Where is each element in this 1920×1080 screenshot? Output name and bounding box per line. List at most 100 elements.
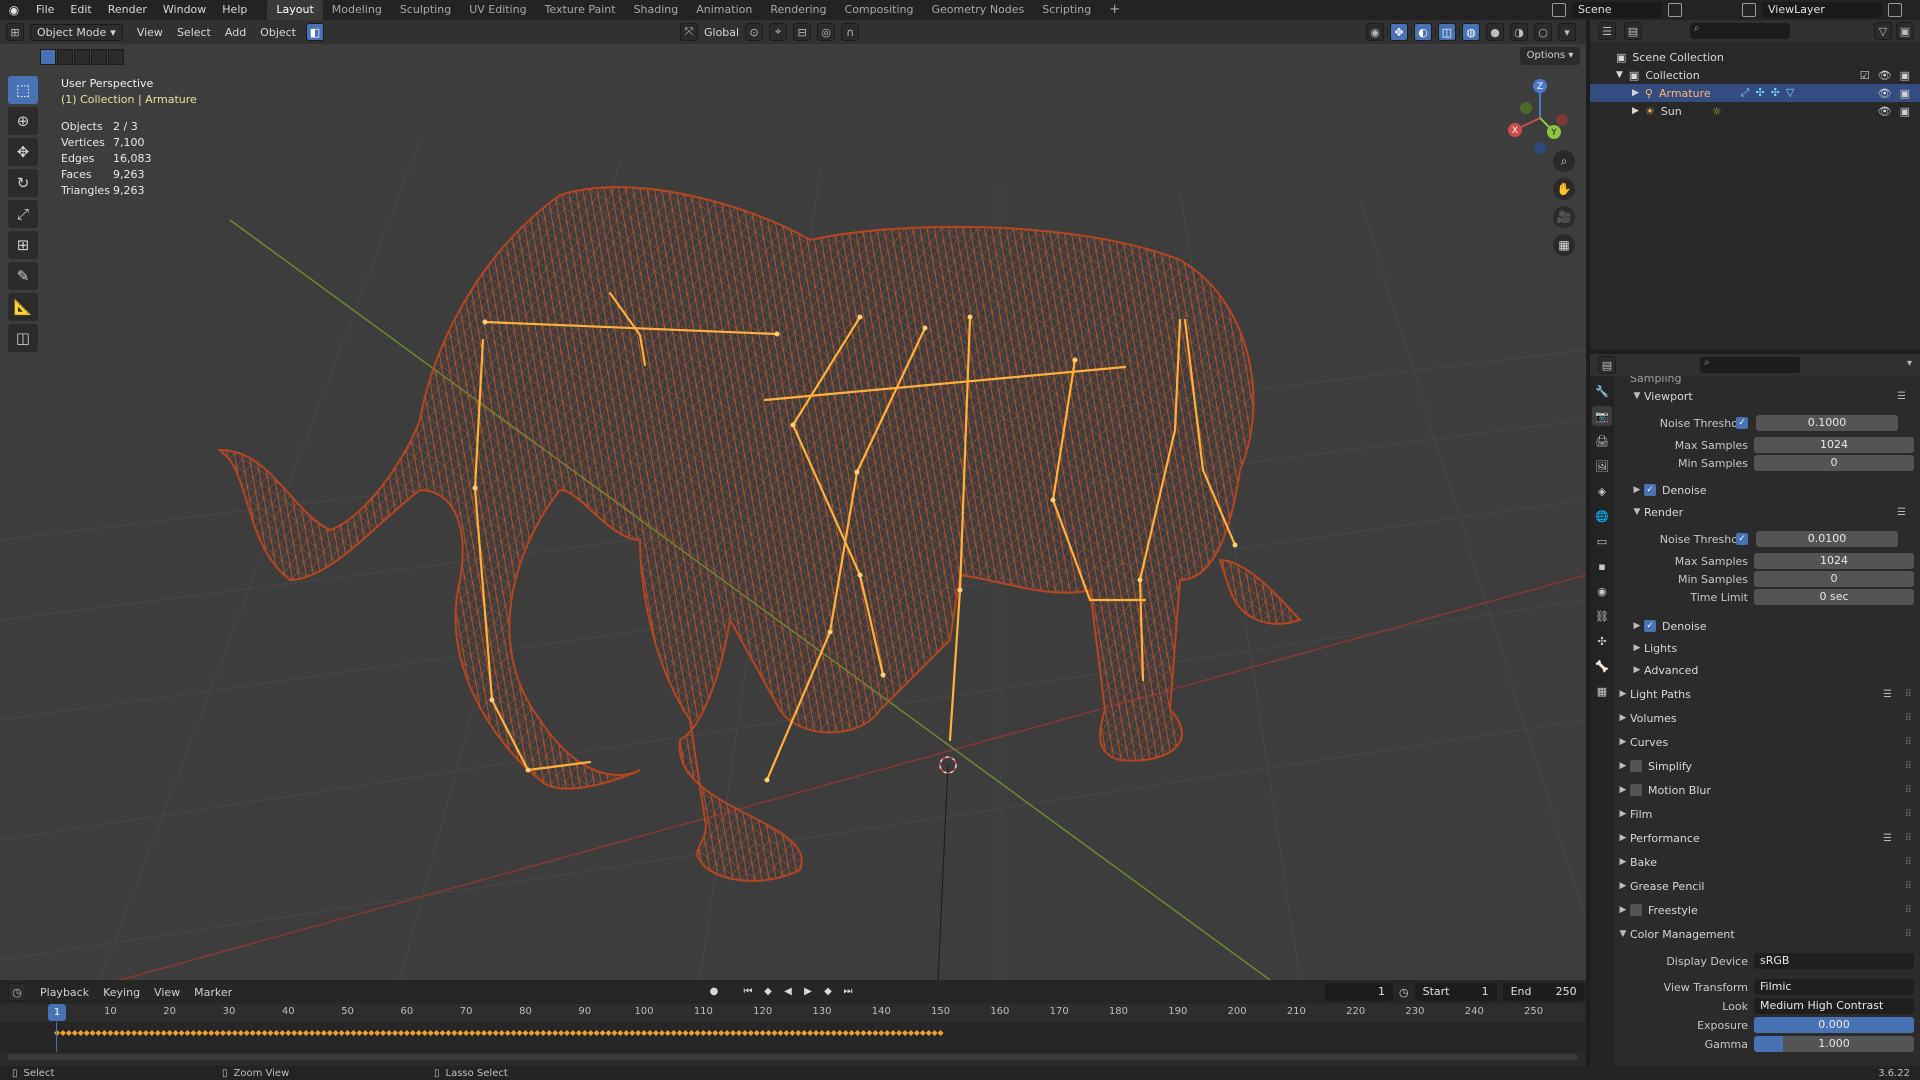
- select-subtract-icon[interactable]: [74, 49, 90, 65]
- tool-tab-icon[interactable]: 🔧: [1592, 381, 1612, 401]
- end-frame-field[interactable]: End 250: [1502, 983, 1585, 1001]
- tab-sculpting[interactable]: Sculpting: [391, 0, 460, 20]
- viewport-menu-view[interactable]: View: [137, 26, 163, 39]
- view-layer-tab-icon[interactable]: 🖼: [1592, 456, 1612, 476]
- motion-blur-checkbox[interactable]: [1630, 784, 1642, 796]
- section-color-management[interactable]: ▼ Color Management ⠿: [1616, 924, 1916, 944]
- tab-uv-editing[interactable]: UV Editing: [460, 0, 535, 20]
- drag-handle-icon[interactable]: ⠿: [1905, 857, 1912, 868]
- overlays-toggle-icon[interactable]: ◐: [1414, 23, 1432, 41]
- camera-icon[interactable]: ▣: [1900, 69, 1910, 82]
- expand-arrow-icon[interactable]: ▶: [1632, 106, 1639, 116]
- outliner[interactable]: ☰ ▤ ⌕ ▽ ▣ ▣ Scene Collection ▼ ▣ Collect…: [1590, 20, 1920, 350]
- properties-options-icon[interactable]: ▾: [1907, 358, 1912, 369]
- gamma-slider[interactable]: 1.000: [1754, 1036, 1914, 1052]
- tab-rendering[interactable]: Rendering: [761, 0, 835, 20]
- rendered-shading-icon[interactable]: ○: [1534, 23, 1552, 41]
- tab-layout[interactable]: Layout: [267, 0, 323, 20]
- render-tab-icon[interactable]: 📷: [1592, 406, 1612, 426]
- noise-threshold-field[interactable]: 0.0100: [1756, 531, 1898, 547]
- drag-handle-icon[interactable]: ⠿: [1905, 905, 1912, 916]
- zoom-icon[interactable]: ⌕: [1553, 150, 1575, 172]
- world-tab-icon[interactable]: 🌐: [1592, 506, 1612, 526]
- selectability-icon[interactable]: ◉: [1366, 23, 1384, 41]
- texture-tab-icon[interactable]: ▦: [1592, 681, 1612, 701]
- select-intersect-icon[interactable]: [108, 49, 124, 65]
- drag-handle-icon[interactable]: ⠿: [1905, 737, 1912, 748]
- tab-shading[interactable]: Shading: [625, 0, 688, 20]
- presets-icon[interactable]: ☰: [1897, 391, 1906, 402]
- frame-ruler[interactable]: 10 20 30 40 50 60 70 80 90 100 110 120 130 140 150 160 1…: [0, 1004, 1586, 1022]
- scene-name-field[interactable]: Scene: [1572, 2, 1662, 18]
- min-samples-field[interactable]: 0: [1754, 455, 1914, 471]
- min-samples-field[interactable]: 0: [1754, 571, 1914, 587]
- keyframe-track[interactable]: [0, 1022, 1586, 1052]
- view-layer-name-field[interactable]: ViewLayer: [1762, 2, 1882, 18]
- outliner-row-scene-collection[interactable]: ▣ Scene Collection: [1590, 48, 1920, 66]
- expand-arrow-icon[interactable]: ▶: [1632, 88, 1639, 98]
- solid-shading-icon[interactable]: ●: [1486, 23, 1504, 41]
- exposure-slider[interactable]: 0.000: [1754, 1017, 1914, 1033]
- tab-scripting[interactable]: Scripting: [1033, 0, 1100, 20]
- drag-handle-icon[interactable]: ⠿: [1905, 785, 1912, 796]
- prev-key-icon[interactable]: ◆: [760, 983, 776, 999]
- wireframe-shading-icon[interactable]: ◍: [1462, 23, 1480, 41]
- cursor-tool-icon[interactable]: ⊕: [8, 107, 38, 135]
- select-invert-icon[interactable]: [91, 49, 107, 65]
- measure-tool-icon[interactable]: 📐: [8, 293, 38, 321]
- transform-tool-icon[interactable]: ⊞: [8, 231, 38, 259]
- data-tab-icon[interactable]: ✣: [1592, 631, 1612, 651]
- bone-tab-icon[interactable]: 🦴: [1592, 656, 1612, 676]
- shading-options-icon[interactable]: ▾: [1558, 23, 1576, 41]
- filter-icon[interactable]: ▽: [1874, 22, 1892, 40]
- section-simplify[interactable]: ▶ Simplify ⠿: [1616, 756, 1916, 776]
- drag-handle-icon[interactable]: ⠿: [1905, 929, 1912, 940]
- timeline-editor-type-icon[interactable]: ◷: [8, 983, 26, 1001]
- select-new-icon[interactable]: [40, 49, 56, 65]
- clock-icon[interactable]: ◷: [1399, 986, 1409, 999]
- camera-view-icon[interactable]: 🎥: [1553, 206, 1575, 228]
- new-scene-icon[interactable]: [1668, 3, 1682, 17]
- current-frame-field[interactable]: 1: [1325, 983, 1393, 1001]
- section-freestyle[interactable]: ▶ Freestyle ⠿: [1616, 900, 1916, 920]
- annotate-tool-icon[interactable]: ✎: [8, 262, 38, 290]
- section-bake[interactable]: ▶ Bake ⠿: [1616, 852, 1916, 872]
- checkbox-icon[interactable]: ☑: [1860, 69, 1870, 82]
- new-collection-icon[interactable]: ▣: [1896, 22, 1914, 40]
- tab-geometry-nodes[interactable]: Geometry Nodes: [922, 0, 1033, 20]
- section-advanced[interactable]: ▶ Advanced: [1630, 660, 1920, 680]
- navigation-gizmo[interactable]: Z X Y: [1500, 76, 1580, 156]
- viewport-menu-select[interactable]: Select: [177, 26, 211, 39]
- physics-tab-icon[interactable]: ◉: [1592, 581, 1612, 601]
- current-frame-indicator[interactable]: 1: [48, 1004, 66, 1021]
- viewport-menu-object[interactable]: Object: [260, 26, 296, 39]
- scene-icon[interactable]: [1552, 3, 1566, 17]
- outliner-row-collection[interactable]: ▼ ▣ Collection ☑ 👁 ▣: [1590, 66, 1920, 84]
- noise-threshold-checkbox[interactable]: ✓: [1736, 417, 1748, 429]
- scene-tab-icon[interactable]: ◈: [1592, 481, 1612, 501]
- timeline-menu-marker[interactable]: Marker: [194, 986, 232, 999]
- drag-handle-icon[interactable]: ⠿: [1905, 713, 1912, 724]
- section-viewport-denoise[interactable]: ▶ ✓ Denoise: [1630, 480, 1920, 500]
- viewport-menu-add[interactable]: Add: [225, 26, 246, 39]
- section-motion-blur[interactable]: ▶ Motion Blur ⠿: [1616, 780, 1916, 800]
- output-tab-icon[interactable]: 🖨: [1592, 431, 1612, 451]
- add-cube-tool-icon[interactable]: ◫: [8, 324, 38, 352]
- section-lights[interactable]: ▶ Lights: [1630, 638, 1920, 658]
- timeline-menu-keying[interactable]: Keying: [103, 986, 140, 999]
- editor-type-icon[interactable]: ⊞: [6, 23, 24, 41]
- constraints-tab-icon[interactable]: ⛓: [1592, 606, 1612, 626]
- proportional-edit-icon[interactable]: ◎: [817, 23, 836, 41]
- timeline-menu-playback[interactable]: Playback: [40, 986, 89, 999]
- orientation-icon[interactable]: ⤧: [680, 23, 698, 41]
- drag-handle-icon[interactable]: ⠿: [1905, 761, 1912, 772]
- new-view-layer-icon[interactable]: [1888, 3, 1902, 17]
- visibility-toggle-icon[interactable]: ◧: [306, 23, 324, 41]
- view-layer-icon[interactable]: [1742, 3, 1756, 17]
- snap-target-icon[interactable]: ⊟: [793, 23, 812, 41]
- section-performance[interactable]: ▶ Performance ☰ ⠿: [1616, 828, 1916, 848]
- tab-compositing[interactable]: Compositing: [836, 0, 923, 20]
- snap-icon[interactable]: ⌖: [769, 23, 788, 41]
- pivot-icon[interactable]: ⊙: [745, 23, 764, 41]
- view-transform-dropdown[interactable]: Filmic: [1754, 979, 1914, 995]
